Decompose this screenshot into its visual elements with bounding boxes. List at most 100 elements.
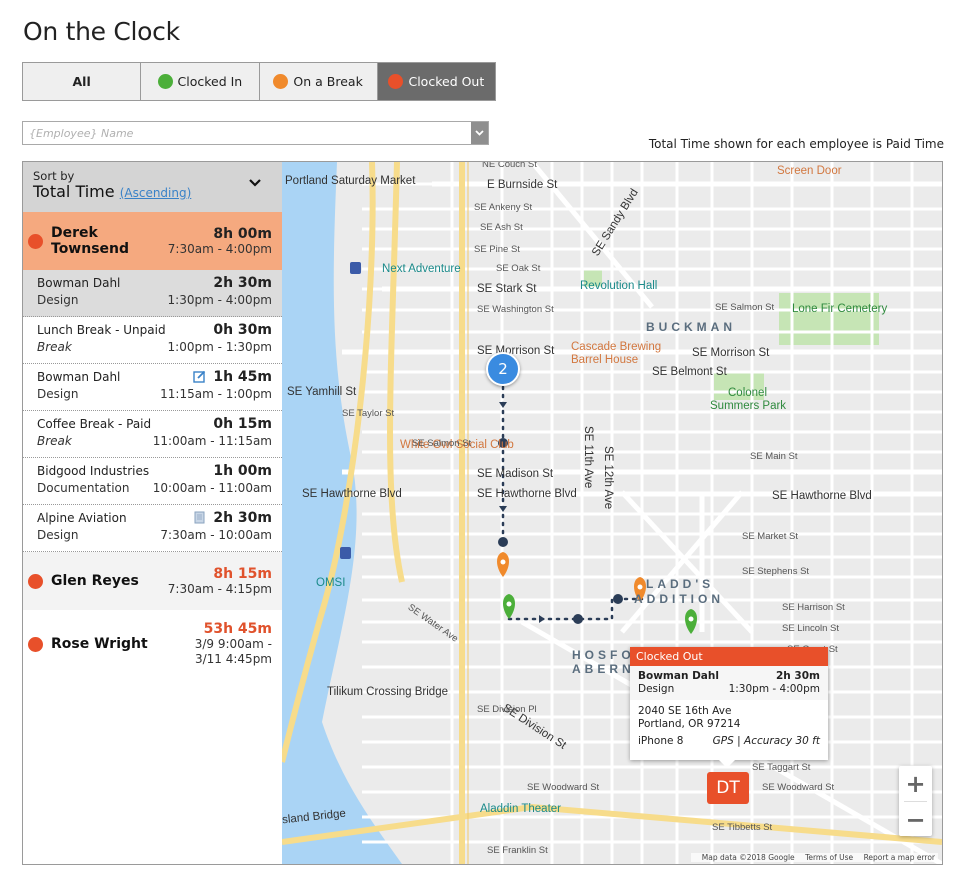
edit-icon[interactable] — [193, 370, 206, 383]
street-ash: SE Ash St — [480, 222, 523, 233]
employee-range-start: 3/9 9:00am - — [194, 637, 272, 651]
filter-on-break-label: On a Break — [293, 74, 363, 89]
page-title: On the Clock — [23, 17, 180, 46]
poi-tilikum-bridge[interactable]: Tilikum Crossing Bridge — [327, 686, 448, 698]
map-zoom-control: + − — [899, 766, 932, 836]
employee-row-glen-reyes[interactable]: Glen Reyes 8h 15m 7:30am - 4:15pm — [23, 552, 282, 610]
poi-next-adventure[interactable]: Next Adventure — [382, 263, 461, 275]
employee-name-input[interactable] — [23, 122, 463, 145]
filter-clocked-out-label: Clocked Out — [408, 74, 485, 89]
employee-name: Derek Townsend — [51, 225, 130, 257]
popup-address-line2: Portland, OR 97214 — [638, 718, 741, 730]
street-e-burnside: E Burnside St — [487, 179, 558, 191]
poi-portland-saturday-market[interactable]: Portland Saturday Market — [285, 175, 415, 187]
street-12th: SE 12th Ave — [602, 446, 614, 510]
sort-direction-link[interactable]: (Ascending) — [120, 186, 192, 200]
entry-total: 2h 30m — [213, 510, 272, 526]
poi-cascade-brewing[interactable]: Cascade Brewing — [571, 341, 661, 353]
employee-total: 8h 15m — [213, 565, 272, 582]
filter-clocked-out[interactable]: Clocked Out — [377, 63, 495, 100]
map-attribution: Map data ©2018 Google Terms of Use Repor… — [690, 853, 938, 862]
popup-status: Clocked Out — [630, 647, 828, 666]
poi-screen-door[interactable]: Screen Door — [777, 165, 842, 177]
popup-total: 2h 30m — [776, 670, 820, 682]
filter-all[interactable]: All — [23, 63, 142, 100]
employee-select[interactable] — [22, 121, 489, 145]
poi-cascade-brewing-line2: Barrel House — [571, 354, 639, 366]
entry-name: Alpine Aviation — [37, 511, 127, 525]
popup-device: iPhone 8 — [638, 735, 684, 747]
employee-total: 8h 00m — [213, 225, 272, 242]
poi-colonel-summers: Colonel — [728, 387, 767, 399]
poi-lone-fir-cemetery[interactable]: Lone Fir Cemetery — [792, 303, 887, 315]
entry-range: 11:15am - 1:00pm — [160, 387, 272, 401]
map-info-popup: Clocked Out Bowman Dahl Design 2h 30m 1:30… — [630, 647, 828, 768]
entry-job: Design — [37, 528, 79, 542]
street-stephens: SE Stephens St — [742, 566, 810, 577]
time-entry[interactable]: Lunch Break - Unpaid Break 0h 30m 1:00pm -… — [23, 317, 282, 364]
employee-row-rose-wright[interactable]: Rose Wright 53h 45m 3/9 9:00am - 3/11 4:… — [23, 610, 282, 678]
entry-total: 0h 15m — [213, 416, 272, 432]
sort-field: Total Time — [33, 182, 115, 201]
entry-name: Bowman Dahl — [37, 276, 121, 290]
street-taggart: SE Taggart St — [752, 762, 811, 773]
entry-job: Design — [37, 387, 79, 401]
street-pine: SE Pine St — [474, 244, 520, 255]
employee-range: 7:30am - 4:00pm — [167, 241, 272, 256]
zoom-out-button[interactable]: − — [899, 802, 932, 837]
entry-name: Lunch Break - Unpaid — [37, 323, 166, 337]
street-salmon: SE Salmon St — [715, 302, 775, 313]
entry-total: 1h 45m — [213, 369, 272, 385]
neighborhood-buckman: BUCKMAN — [646, 320, 736, 334]
street-11th: SE 11th Ave — [582, 426, 594, 489]
time-entry[interactable]: Coffee Break - Paid Break 0h 15m 11:00am -… — [23, 411, 282, 458]
neighborhood-ladds: LADD'S — [646, 577, 715, 591]
entry-total: 0h 30m — [213, 322, 272, 338]
time-entry[interactable]: Bowman Dahl Design 1h 45m 11:15am - 1:00pm — [23, 364, 282, 411]
entry-name: Bidgood Industries — [37, 464, 150, 478]
sort-label: Sort by — [33, 169, 75, 183]
filter-clocked-in[interactable]: Clocked In — [141, 63, 260, 100]
zoom-in-button[interactable]: + — [899, 766, 932, 801]
street-madison: SE Madison St — [477, 468, 554, 480]
clocked-in-dot-icon — [157, 74, 173, 89]
employee-range: 7:30am - 4:15pm — [167, 581, 272, 596]
note-icon[interactable] — [193, 511, 206, 524]
status-dot-icon — [28, 573, 43, 589]
filter-clocked-in-label: Clocked In — [177, 74, 243, 89]
time-entry[interactable]: Alpine Aviation Design 2h 30m 7:30am - 10:… — [23, 505, 282, 552]
chevron-down-icon[interactable] — [248, 176, 262, 190]
map-view[interactable]: Portland Saturday Market Next Adventure … — [282, 162, 942, 864]
entry-job: Documentation — [37, 481, 130, 495]
street-ne-couch: NE Couch St — [482, 162, 537, 170]
terms-of-use-link[interactable]: Terms of Use — [805, 853, 853, 862]
street-morrison-east: SE Morrison St — [692, 347, 770, 359]
employee-row-derek-townsend[interactable]: Derek Townsend 8h 00m 7:30am - 4:00pm — [23, 212, 282, 270]
filter-on-break[interactable]: On a Break — [259, 63, 378, 100]
report-map-error-link[interactable]: Report a map error — [864, 853, 935, 862]
neighborhood-ladds-line2: ADDITION — [634, 592, 724, 606]
employee-range-end: 3/11 4:45pm — [194, 652, 272, 666]
street-taylor: SE Taylor St — [342, 408, 395, 419]
main-panel: Sort by Total Time (Ascending) Derek Tow… — [22, 161, 943, 865]
poi-aladdin-theater[interactable]: Aladdin Theater — [480, 803, 561, 815]
time-entry[interactable]: Bidgood Industries Documentation 1h 00m 10… — [23, 458, 282, 505]
location-cluster-marker[interactable]: 2 — [486, 352, 520, 386]
employee-location-marker[interactable]: DT — [707, 772, 749, 804]
entry-range: 1:00pm - 1:30pm — [167, 340, 272, 354]
poi-omsi[interactable]: OMSI — [316, 577, 345, 589]
entry-name: Bowman Dahl — [37, 370, 121, 384]
time-entry[interactable]: Bowman Dahl Design 2h 30m 1:30pm - 4:00pm — [23, 270, 282, 317]
sort-control[interactable]: Sort by Total Time (Ascending) — [23, 162, 282, 212]
poi-revolution-hall[interactable]: Revolution Hall — [580, 280, 657, 292]
poi-colonel-summers-line2: Summers Park — [710, 400, 787, 412]
status-dot-icon — [28, 636, 43, 652]
street-market: SE Market St — [742, 531, 798, 542]
employee-total: 53h 45m — [203, 621, 272, 637]
street-harrison: SE Harrison St — [782, 602, 845, 613]
popup-job: Design — [638, 683, 675, 695]
employee-name: Glen Reyes — [51, 573, 139, 589]
street-salmon-west: SE Salmon St — [412, 438, 472, 449]
map-data-credit: Map data ©2018 Google — [701, 853, 795, 862]
chevron-down-icon[interactable] — [471, 122, 488, 144]
